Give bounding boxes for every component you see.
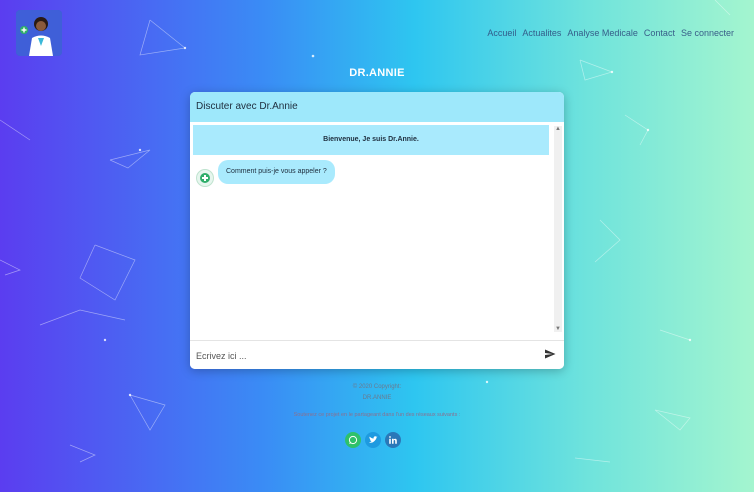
welcome-message: Bienvenue, Je suis Dr.Annie. [193,125,549,155]
nav-actualites[interactable]: Actualites [522,28,561,38]
twitter-icon[interactable] [365,432,381,448]
scroll-down-icon[interactable]: ▼ [554,326,562,332]
share-text: Soutenez ce projet en le partageant dans… [293,412,461,418]
top-nav: Accueil Actualites Analyse Medicale Cont… [487,28,734,38]
chat-window: Discuter avec Dr.Annie Bienvenue, Je sui… [190,92,564,369]
social-links [345,432,401,448]
logo-doctor-icon[interactable] [16,10,62,56]
brand-title: DR.ANNIE [349,67,405,79]
bot-message: Comment puis-je vous appeler ? [218,160,335,184]
chat-scrollbar[interactable]: ▲ ▼ [554,126,562,332]
nav-accueil[interactable]: Accueil [487,28,516,38]
chat-input[interactable] [194,346,518,366]
linkedin-icon[interactable] [385,432,401,448]
chat-messages[interactable]: Bienvenue, Je suis Dr.Annie. Comment pui… [190,122,564,332]
nav-contact[interactable]: Contact [644,28,675,38]
whatsapp-icon[interactable] [345,432,361,448]
scroll-up-icon[interactable]: ▲ [554,126,562,132]
chat-header: Discuter avec Dr.Annie [190,92,564,122]
chat-input-bar [190,340,564,369]
copyright-text: © 2020 Copyright: [352,384,402,390]
send-icon[interactable] [544,348,556,360]
bot-avatar-icon [196,169,214,187]
nav-se-connecter[interactable]: Se connecter [681,28,734,38]
nav-analyse-medicale[interactable]: Analyse Medicale [567,28,638,38]
copyright-name: DR.ANNIE [362,395,392,401]
